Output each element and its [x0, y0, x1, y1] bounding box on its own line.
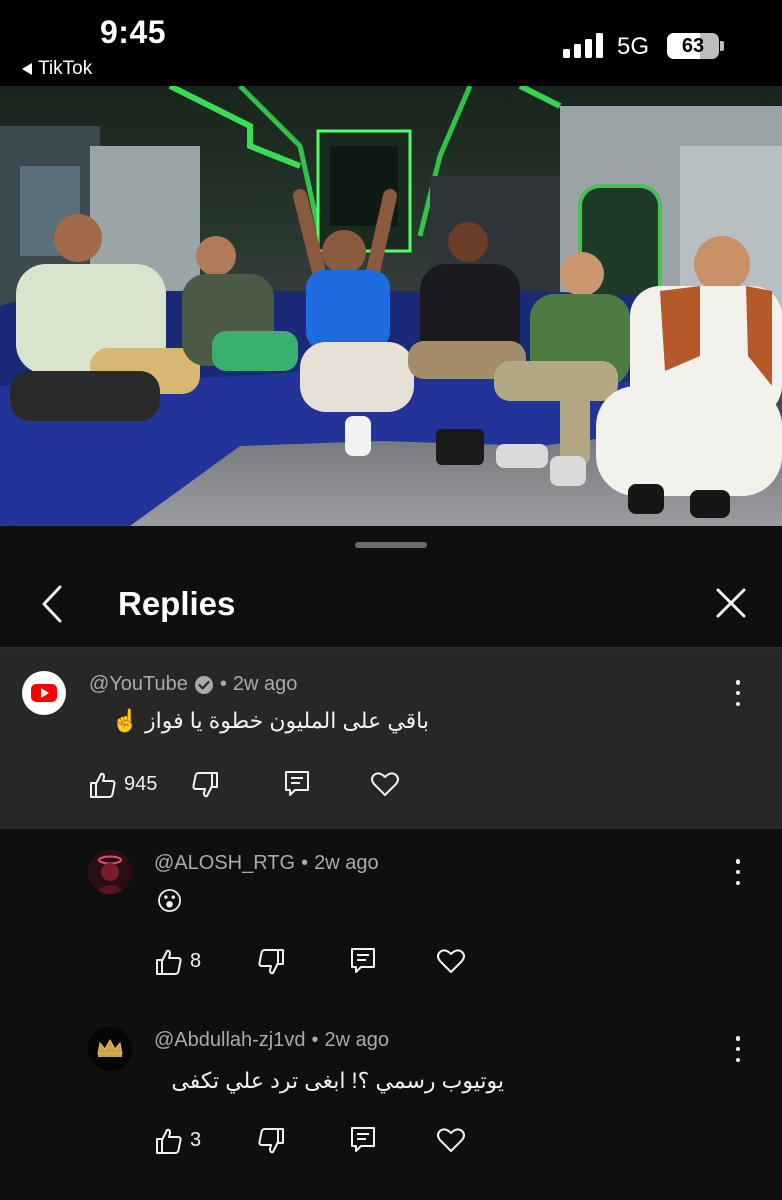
comment-author[interactable]: @YouTube [89, 673, 188, 696]
comment-time: 2w ago [232, 673, 298, 695]
separator-dot: • [311, 1029, 319, 1051]
comment-text: يوتيوب رسمي ؟! ابغى ترد علي تكفى [171, 1068, 504, 1093]
comment-author[interactable]: @ALOSH_RTG [154, 852, 295, 875]
drag-handle[interactable] [355, 542, 427, 548]
reply-icon[interactable] [348, 1125, 378, 1155]
separator-dot: • [301, 852, 309, 874]
battery-icon: 63 [667, 33, 719, 59]
youtube-logo-icon [31, 684, 57, 702]
comment-text: 😮 [156, 886, 184, 916]
alosh-avatar[interactable] [88, 850, 132, 894]
back-triangle-icon [22, 63, 32, 75]
panel-title: Replies [118, 585, 236, 622]
more-options-icon[interactable] [728, 680, 748, 706]
more-options-icon[interactable] [728, 1036, 748, 1062]
crown-icon [88, 1027, 132, 1071]
dislike-icon[interactable] [256, 947, 286, 977]
like-count: 3 [190, 1129, 202, 1151]
heart-icon[interactable] [370, 769, 400, 799]
dislike-icon[interactable] [256, 1126, 286, 1156]
like-icon[interactable] [154, 947, 184, 977]
battery-percent: 63 [681, 34, 705, 57]
dislike-icon[interactable] [190, 770, 220, 800]
status-bar: 9:45 TikTok 5G 63 [0, 0, 782, 86]
battery-cap [720, 41, 724, 51]
avatar-image [88, 850, 132, 894]
video-player[interactable] [0, 86, 782, 526]
like-count: 945 [124, 773, 158, 795]
like-icon[interactable] [88, 770, 118, 800]
youtube-avatar[interactable] [22, 671, 66, 715]
comment-time: 2w ago [324, 1029, 390, 1051]
network-type: 5G [617, 33, 650, 60]
heart-icon[interactable] [436, 946, 466, 976]
heart-icon[interactable] [436, 1125, 466, 1155]
verified-check-icon [194, 675, 213, 694]
video-frame [0, 86, 782, 526]
comment-text: باقي على المليون خطوة يا فواز ☝️ [111, 708, 429, 733]
back-arrow-icon[interactable] [38, 585, 72, 623]
reply-icon[interactable] [282, 769, 312, 799]
reply-icon[interactable] [348, 946, 378, 976]
like-count: 8 [190, 950, 202, 972]
status-time: 9:45 [100, 14, 167, 50]
close-icon[interactable] [714, 586, 748, 620]
separator-dot: • [219, 673, 227, 695]
back-to-app-button[interactable]: TikTok [22, 58, 92, 80]
cell-signal-icon [563, 32, 603, 58]
more-options-icon[interactable] [728, 859, 748, 885]
comment-header: @ALOSH_RTG • 2w ago [154, 852, 379, 875]
comment-time: 2w ago [314, 852, 379, 874]
comment-header: @YouTube • 2w ago [89, 673, 297, 696]
crown-avatar[interactable] [88, 1027, 132, 1071]
back-app-label: TikTok [38, 58, 93, 79]
comment-author[interactable]: @Abdullah-zj1vd [154, 1029, 306, 1052]
like-icon[interactable] [154, 1126, 184, 1156]
comment-header: @Abdullah-zj1vd • 2w ago [154, 1029, 389, 1052]
